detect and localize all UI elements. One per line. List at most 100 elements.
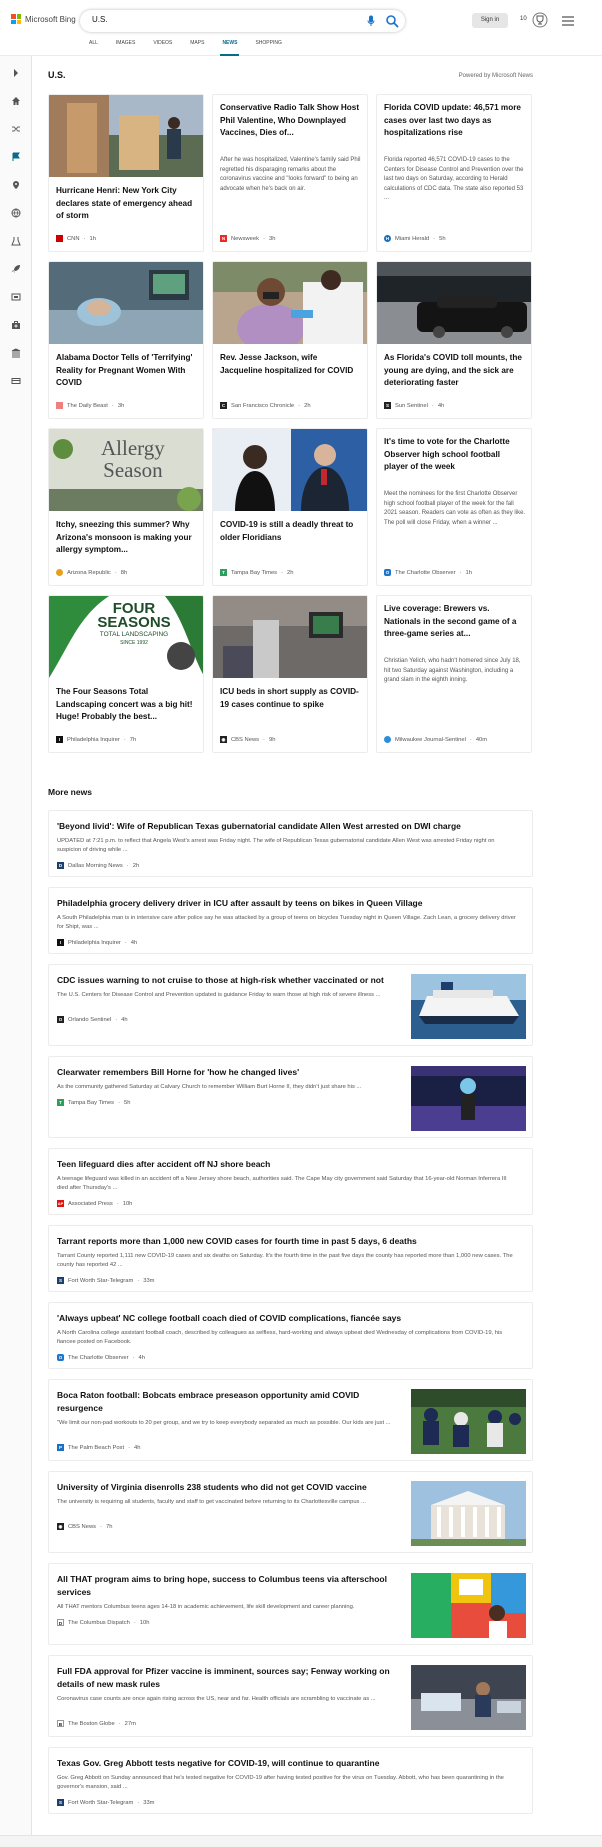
list-item[interactable]: Philadelphia grocery delivery driver in … (48, 887, 533, 954)
list-item[interactable]: Teen lifeguard dies after accident off N… (48, 1148, 533, 1215)
card-image (49, 95, 203, 177)
rewards-points[interactable]: 10 (520, 16, 527, 22)
list-item[interactable]: Full FDA approval for Pfizer vaccine is … (48, 1655, 533, 1737)
card-title[interactable]: As Florida's COVID toll mounts, the youn… (384, 352, 524, 390)
tab-shopping[interactable]: SHOPPING (255, 40, 281, 56)
rewards-trophy-icon[interactable] (532, 12, 548, 33)
card-image (213, 262, 367, 352)
shuffle-icon[interactable] (11, 121, 21, 139)
news-card[interactable]: Alabama Doctor Tells of 'Terrifying' Rea… (48, 261, 204, 419)
government-icon[interactable] (11, 345, 21, 363)
list-item[interactable]: Texas Gov. Greg Abbott tests negative fo… (48, 1747, 533, 1814)
tab-videos[interactable]: VIDEOS (153, 40, 172, 56)
sign-in-button[interactable]: Sign in (472, 13, 508, 28)
search-input[interactable]: U.S. (92, 15, 108, 24)
list-item[interactable]: University of Virginia disenrolls 238 st… (48, 1471, 533, 1553)
card-excerpt: After he was hospitalized, Valentine's f… (220, 157, 361, 192)
movies-icon[interactable] (11, 289, 21, 307)
card-title[interactable]: Rev. Jesse Jackson, wife Jacqueline hosp… (220, 352, 360, 377)
list-item[interactable]: All THAT program aims to bring hope, suc… (48, 1563, 533, 1645)
card-title[interactable]: Hurricane Henri: New York City declares … (56, 185, 196, 223)
news-title[interactable]: 'Always upbeat' NC college football coac… (57, 1312, 517, 1325)
news-title[interactable]: Full FDA approval for Pfizer vaccine is … (57, 1665, 402, 1690)
philadelphia-inquirer-logo-icon: I (57, 939, 64, 946)
palm-beach-post-logo-icon: P (57, 1444, 64, 1451)
card-source: I Philadelphia Inquirer · 7h (56, 736, 136, 743)
news-card[interactable]: Hurricane Henri: New York City declares … (48, 94, 204, 252)
newsweek-logo-icon: N (220, 235, 227, 242)
news-title[interactable]: All THAT program aims to bring hope, suc… (57, 1573, 402, 1598)
news-card[interactable]: As Florida's COVID toll mounts, the youn… (376, 261, 532, 419)
news-title[interactable]: 'Beyond livid': Wife of Republican Texas… (57, 820, 517, 833)
news-card[interactable]: Conservative Radio Talk Show Host Phil V… (212, 94, 368, 252)
card-source: T Tampa Bay Times · 2h (220, 569, 293, 576)
card-title[interactable]: Florida COVID update: 46,571 more cases … (384, 102, 524, 140)
list-item[interactable]: Boca Raton football: Bobcats embrace pre… (48, 1379, 533, 1461)
columbus-dispatch-logo-icon: D (57, 1619, 64, 1626)
card-title[interactable]: Itchy, sneezing this summer? Why Arizona… (56, 519, 196, 557)
hamburger-menu-icon[interactable] (561, 14, 575, 32)
news-title[interactable]: CDC issues warning to not cruise to thos… (57, 974, 402, 987)
arizona-republic-logo-icon (56, 569, 63, 576)
news-card[interactable]: Allergy Season Itchy, sneezing this summ… (48, 428, 204, 586)
powered-by-label[interactable]: Powered by Microsoft News (459, 73, 533, 79)
news-title[interactable]: Philadelphia grocery delivery driver in … (57, 897, 517, 910)
list-item[interactable]: 'Beyond livid': Wife of Republican Texas… (48, 810, 533, 877)
card-title[interactable]: ICU beds in short supply as COVID-19 cas… (220, 686, 360, 711)
card-title[interactable]: The Four Seasons Total Landscaping conce… (56, 686, 196, 724)
money-icon[interactable] (11, 373, 21, 391)
flag-icon[interactable] (11, 149, 21, 167)
medical-icon[interactable] (11, 317, 21, 335)
news-title[interactable]: Clearwater remembers Bill Horne for 'how… (57, 1066, 402, 1079)
expand-icon[interactable] (11, 65, 21, 83)
bing-logo[interactable]: Microsoft Bing (11, 14, 76, 24)
news-title[interactable]: Boca Raton football: Bobcats embrace pre… (57, 1389, 402, 1414)
news-card[interactable]: ICU beds in short supply as COVID-19 cas… (212, 595, 368, 753)
card-title[interactable]: Live coverage: Brewers vs. Nationals in … (384, 603, 524, 641)
news-card[interactable]: Florida COVID update: 46,571 more cases … (376, 94, 532, 252)
list-item[interactable]: Clearwater remembers Bill Horne for 'how… (48, 1056, 533, 1138)
news-title[interactable]: Texas Gov. Greg Abbott tests negative fo… (57, 1757, 517, 1770)
card-title[interactable]: COVID-19 is still a deadly threat to old… (220, 519, 360, 544)
tab-maps[interactable]: MAPS (190, 40, 204, 56)
news-source: ◉ CBS News · 7h (57, 1523, 113, 1530)
news-source: D Dallas Morning News · 2h (57, 862, 140, 869)
news-card[interactable]: FOUR SEASONS TOTAL LANDSCAPING SINCE 199… (48, 595, 204, 753)
science-icon[interactable] (11, 233, 21, 251)
search-button[interactable] (383, 12, 401, 30)
globe-icon[interactable] (11, 205, 21, 223)
news-card[interactable]: Live coverage: Brewers vs. Nationals in … (376, 595, 532, 753)
star-telegram-logo-icon: S (57, 1799, 64, 1806)
card-image: FOUR SEASONS TOTAL LANDSCAPING SINCE 199… (49, 596, 203, 678)
card-title[interactable]: Conservative Radio Talk Show Host Phil V… (220, 102, 360, 140)
home-icon[interactable] (11, 93, 21, 111)
list-item[interactable]: Tarrant reports more than 1,000 new COVI… (48, 1225, 533, 1292)
news-card[interactable]: Rev. Jesse Jackson, wife Jacqueline hosp… (212, 261, 368, 419)
news-card[interactable]: It's time to vote for the Charlotte Obse… (376, 428, 532, 586)
location-icon[interactable] (11, 177, 21, 195)
news-source: D The Columbus Dispatch · 10h (57, 1619, 150, 1626)
list-item[interactable]: 'Always upbeat' NC college football coac… (48, 1302, 533, 1369)
news-excerpt: "We limit our non-pad workouts to 20 per… (57, 1420, 391, 1426)
rocket-icon[interactable] (11, 261, 21, 279)
category-rail (0, 56, 32, 1847)
news-title[interactable]: Tarrant reports more than 1,000 new COVI… (57, 1235, 517, 1248)
news-thumbnail (411, 1389, 526, 1454)
news-title[interactable]: Teen lifeguard dies after accident off N… (57, 1158, 517, 1171)
news-card[interactable]: COVID-19 is still a deadly threat to old… (212, 428, 368, 586)
card-image (213, 596, 367, 678)
card-image (213, 429, 367, 511)
news-title[interactable]: University of Virginia disenrolls 238 st… (57, 1481, 402, 1494)
search-box[interactable]: U.S. (80, 10, 405, 32)
card-title[interactable]: Alabama Doctor Tells of 'Terrifying' Rea… (56, 352, 196, 390)
microphone-icon[interactable] (367, 14, 375, 32)
news-thumbnail (411, 1481, 526, 1546)
tab-all[interactable]: ALL (89, 40, 98, 56)
card-title[interactable]: It's time to vote for the Charlotte Obse… (384, 436, 524, 474)
tab-news[interactable]: NEWS (220, 40, 240, 56)
card-source: S Sun Sentinel · 4h (384, 402, 445, 409)
tab-images[interactable]: IMAGES (116, 40, 135, 56)
card-source: C San Francisco Chronicle · 2h (220, 402, 311, 409)
list-item[interactable]: CDC issues warning to not cruise to thos… (48, 964, 533, 1046)
tampa-bay-times-logo-icon: T (220, 569, 227, 576)
